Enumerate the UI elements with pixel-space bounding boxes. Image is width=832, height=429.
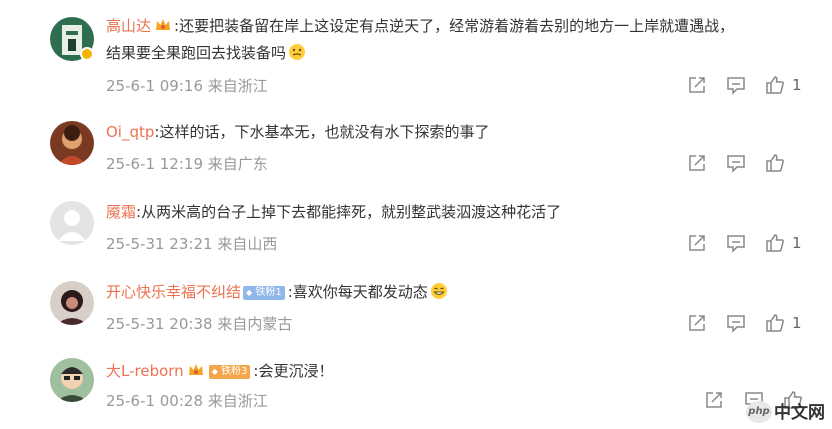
- comment-date: 25-6-1 12:19: [106, 155, 203, 173]
- share-icon: [689, 77, 705, 93]
- comment-item: 大L-reborn ◆ 铁粉3:会更沉浸！ 25-6-1 00:28 来自浙江: [0, 358, 832, 429]
- comment-meta: 25-5-31 20:38 来自内蒙古: [106, 313, 292, 334]
- username[interactable]: 高山达: [106, 17, 151, 35]
- comment-location: 来自广东: [207, 155, 268, 173]
- comment-text: 高山达 :还要把装备留在岸上这设定有点逆天了，经常游着游着去别的地方一上岸就遭遇战…: [106, 13, 812, 40]
- like-button[interactable]: [764, 312, 786, 334]
- like-count: 1: [792, 314, 802, 332]
- like-button[interactable]: [764, 152, 786, 174]
- verified-badge-icon: [80, 47, 94, 61]
- comment-text: 大L-reborn ◆ 铁粉3:会更沉浸！: [106, 358, 812, 385]
- share-button[interactable]: [686, 232, 708, 254]
- share-button[interactable]: [686, 152, 708, 174]
- comment-body: :还要把装备留在岸上这设定有点逆天了，经常游着游着去别的地方一上岸就遭遇战，: [174, 17, 735, 35]
- comment-date: 25-5-31 23:21: [106, 235, 213, 253]
- comment-meta: 25-6-1 12:19 来自广东: [106, 153, 268, 174]
- comment-body: :会更沉浸！: [253, 362, 334, 380]
- like-icon: [766, 76, 784, 94]
- username[interactable]: 魇霜: [106, 203, 136, 221]
- comment-location: 来自山西: [217, 235, 278, 253]
- like-button[interactable]: [764, 74, 786, 96]
- comment-item: Oi_qtp:这样的话，下水基本无，也就没有水下探索的事了 25-6-1 12:…: [0, 119, 832, 189]
- comment-body: :这样的话，下水基本无，也就没有水下探索的事了: [154, 123, 490, 141]
- comment-location: 来自内蒙古: [217, 315, 293, 333]
- comment-text: 魇霜:从两米高的台子上掉下去都能摔死，就别整武装泅渡这种花活了: [106, 199, 812, 226]
- comment-meta: 25-5-31 23:21 来自山西: [106, 233, 277, 254]
- fan-level-label: 铁粉3: [221, 366, 248, 377]
- like-icon: [766, 234, 784, 252]
- avatar[interactable]: [50, 358, 94, 402]
- watermark-logo: php: [746, 401, 772, 423]
- fan-level-label: 铁粉1: [255, 287, 282, 298]
- comment-icon: [727, 315, 745, 333]
- share-icon: [689, 315, 705, 331]
- comment-icon: [727, 235, 745, 253]
- share-button[interactable]: [686, 312, 708, 334]
- comment-date: 25-6-1 09:16: [106, 77, 203, 95]
- comment-body: :从两米高的台子上掉下去都能摔死，就别整武装泅渡这种花活了: [136, 203, 562, 221]
- emoji-icon: [289, 44, 306, 60]
- comment-icon: [727, 77, 745, 95]
- like-count: 1: [792, 76, 802, 94]
- avatar[interactable]: [50, 121, 94, 165]
- crown-icon: [188, 364, 203, 375]
- comment-icon: [727, 155, 745, 173]
- comment-item: 魇霜:从两米高的台子上掉下去都能摔死，就别整武装泅渡这种花活了 25-5-31 …: [0, 199, 832, 269]
- crown-icon: [156, 19, 171, 30]
- avatar[interactable]: [50, 281, 94, 325]
- username[interactable]: 大L-reborn: [106, 362, 184, 380]
- comment-item: 开心快乐幸福不纠结 ◆ 铁粉1:喜欢你每天都发动态 25-5-31 20:38 来…: [0, 279, 832, 349]
- comment-button[interactable]: [725, 232, 747, 254]
- comment-meta: 25-6-1 09:16 来自浙江: [106, 75, 268, 96]
- avatar[interactable]: [50, 201, 94, 245]
- comment-location: 来自浙江: [207, 392, 268, 410]
- comment-body: :喜欢你每天都发动态: [287, 283, 428, 301]
- comment-button[interactable]: [725, 312, 747, 334]
- comment-meta: 25-6-1 00:28 来自浙江: [106, 390, 268, 411]
- comment-text: Oi_qtp:这样的话，下水基本无，也就没有水下探索的事了: [106, 119, 812, 146]
- username[interactable]: Oi_qtp: [106, 123, 154, 141]
- share-button[interactable]: [703, 389, 725, 411]
- comment-text-continued: 结果要全果跑回去找装备吗: [106, 40, 812, 67]
- share-icon: [706, 392, 722, 408]
- comment-location: 来自浙江: [207, 77, 268, 95]
- comment-item: 高山达 :还要把装备留在岸上这设定有点逆天了，经常游着游着去别的地方一上岸就遭遇战…: [0, 13, 832, 108]
- comment-button[interactable]: [725, 152, 747, 174]
- emoji-icon: [430, 283, 447, 299]
- share-icon: [689, 235, 705, 251]
- fan-level-badge: ◆ 铁粉3: [208, 365, 251, 379]
- comment-date: 25-6-1 00:28: [106, 392, 203, 410]
- comment-text: 开心快乐幸福不纠结 ◆ 铁粉1:喜欢你每天都发动态: [106, 279, 812, 306]
- username[interactable]: 开心快乐幸福不纠结: [106, 283, 241, 301]
- fan-level-badge: ◆ 铁粉1: [243, 286, 285, 300]
- like-count: 1: [792, 234, 802, 252]
- site-watermark: php 中文网: [746, 399, 826, 427]
- share-icon: [689, 155, 705, 171]
- share-button[interactable]: [686, 74, 708, 96]
- like-icon: [766, 154, 784, 172]
- watermark-text: 中文网: [774, 403, 825, 423]
- like-icon: [766, 314, 784, 332]
- comment-date: 25-5-31 20:38: [106, 315, 213, 333]
- comment-body-line2: 结果要全果跑回去找装备吗: [106, 44, 287, 62]
- like-button[interactable]: [764, 232, 786, 254]
- comment-button[interactable]: [725, 74, 747, 96]
